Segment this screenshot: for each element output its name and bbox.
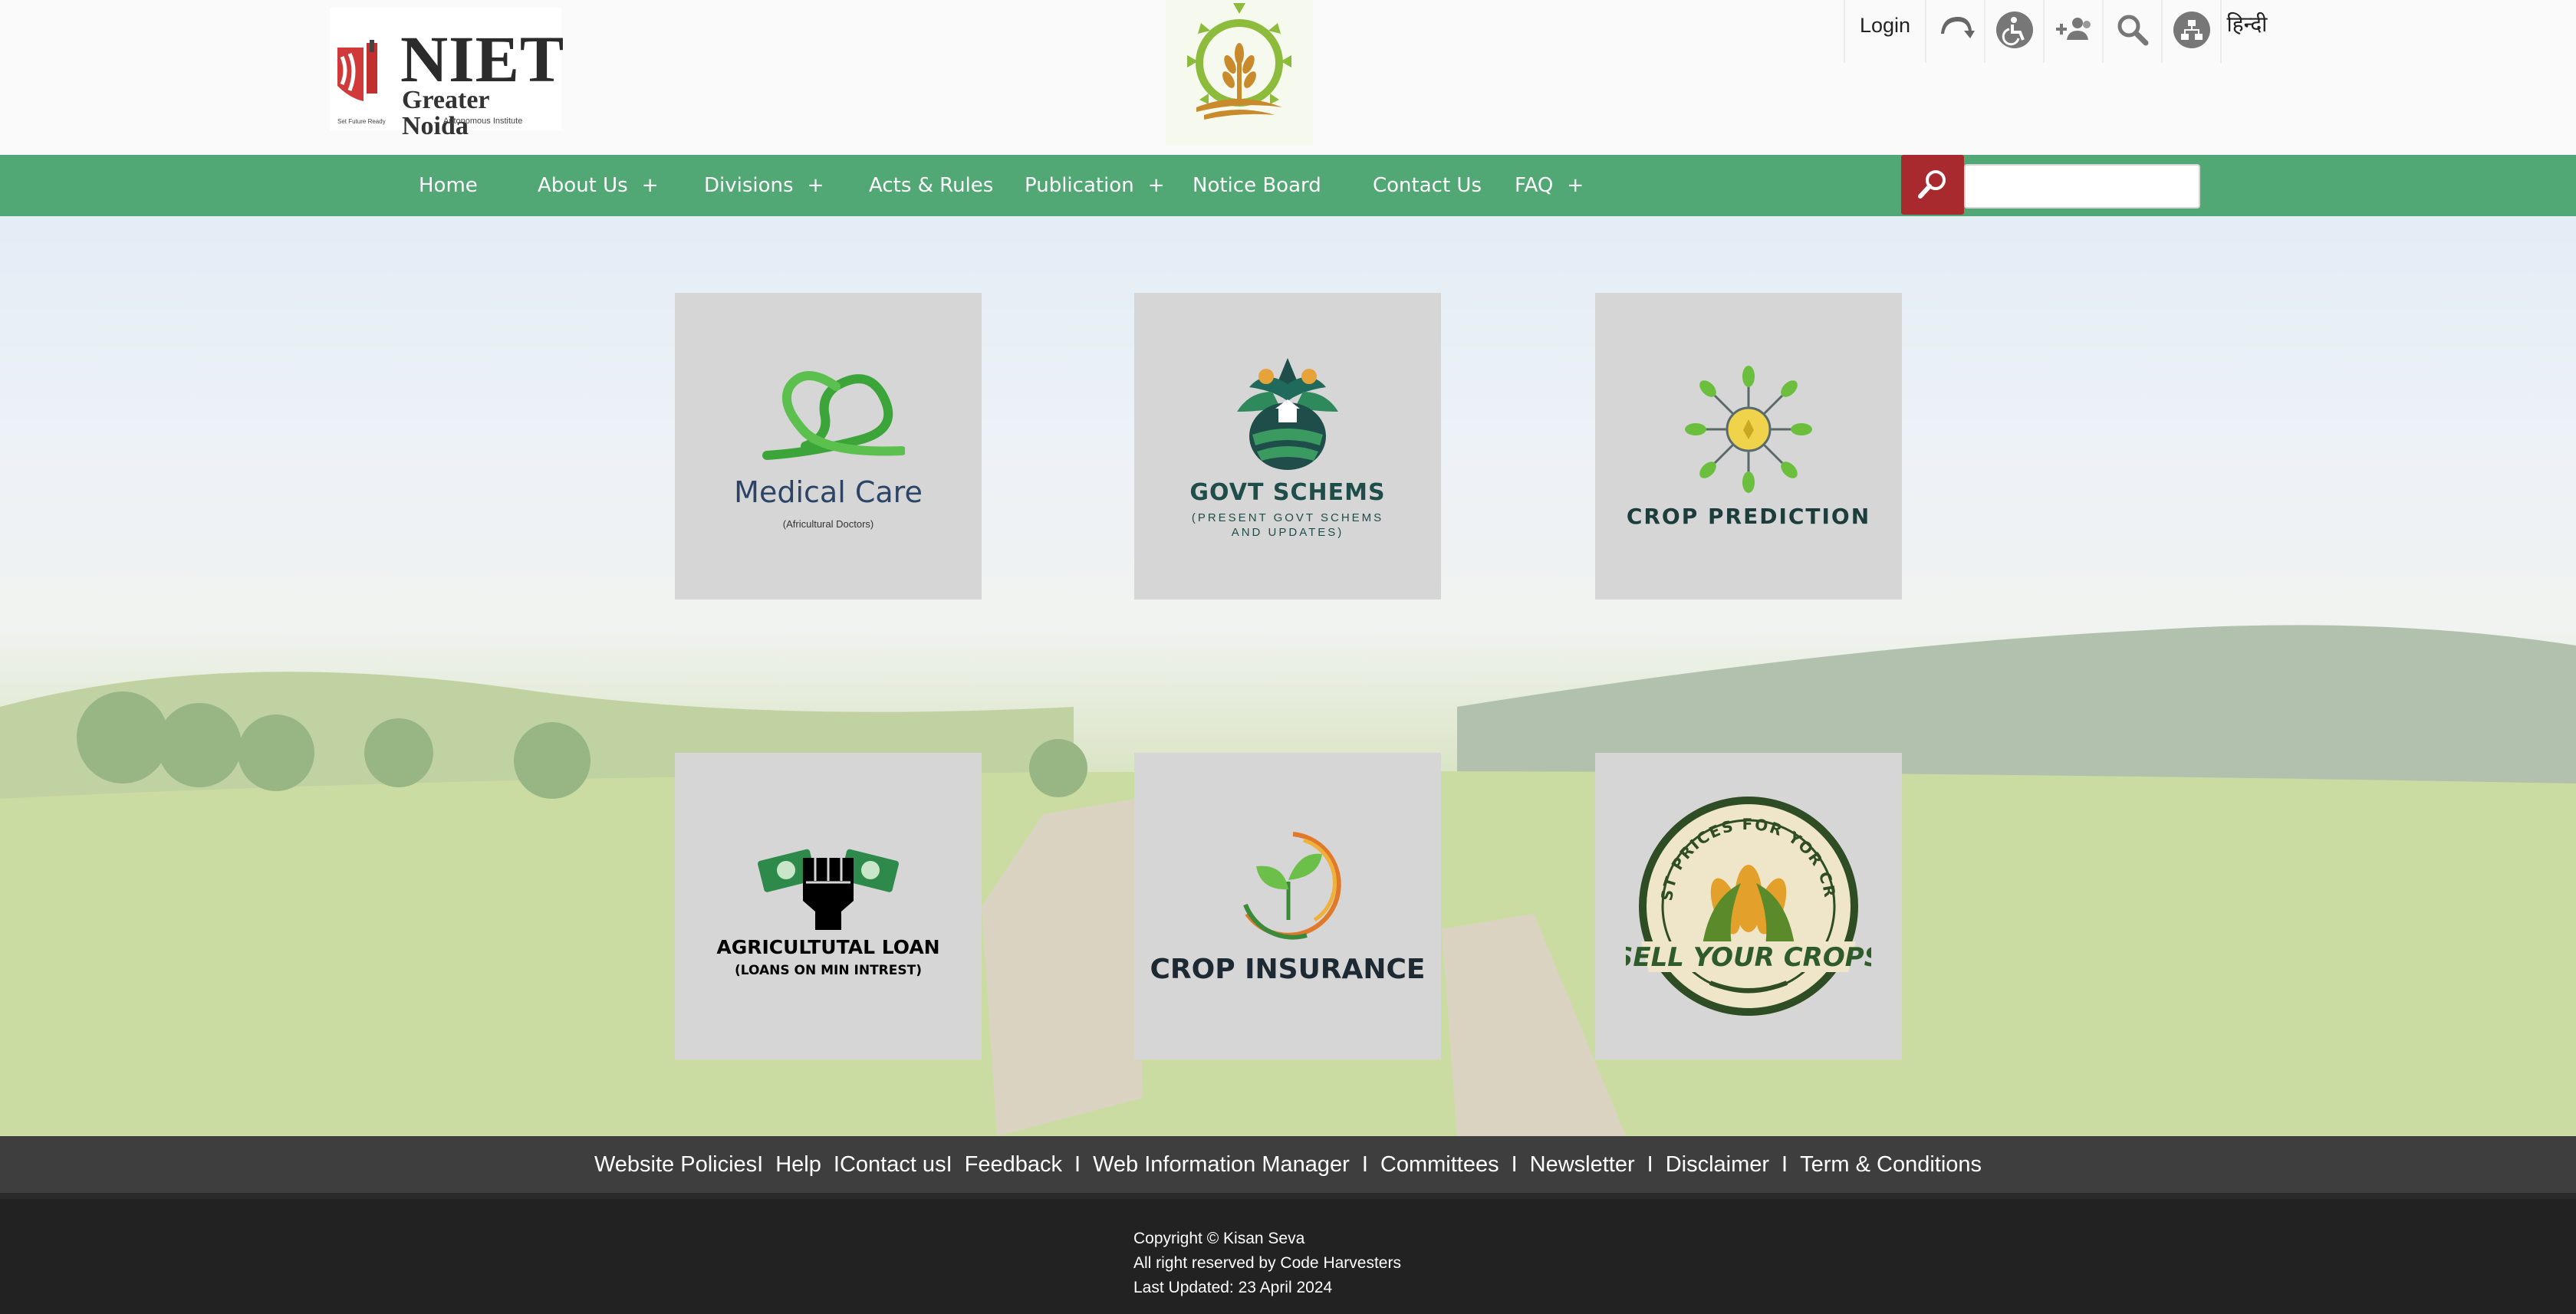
service-card-crop-insurance[interactable]: CROP INSURANCE [1134, 753, 1441, 1059]
top-utility-bar: Login हिन्दी [1844, 0, 2272, 63]
footer-separator: I [1781, 1151, 1788, 1177]
service-title: SELL YOUR CROPS [1626, 942, 1871, 973]
footer-link-web-information-manager[interactable]: Web Information Manager [1093, 1152, 1350, 1178]
copyright-text: Copyright © Kisan Seva [1133, 1230, 1305, 1247]
service-card-medical-care[interactable]: Medical Care (Africultural Doctors) [675, 293, 982, 600]
nav-item-faq[interactable]: FAQ + [1515, 155, 1584, 216]
wheat-sun-emblem-icon [1166, 0, 1313, 146]
service-subtitle: (PRESENT GOVT SCHEMS AND UPDATES) [1191, 511, 1384, 539]
service-title: CROP PREDICTION [1626, 503, 1871, 529]
expand-plus-icon: + [1567, 174, 1584, 197]
service-title: GOVT SCHEMS [1189, 478, 1386, 506]
service-card-agricultural-loan[interactable]: AGRICULTUTAL LOAN (LOANS ON MIN INTREST) [675, 753, 982, 1059]
niet-emblem-icon [337, 40, 377, 101]
footer-links-bar: Website Policies I Help I Contact us I Feed… [0, 1136, 2576, 1193]
sell-your-crops-badge: BEST PRICES FOR YOR CROP SELL YOUR CROPS [1626, 791, 1871, 1016]
footer-link-contact-us[interactable]: Contact us [840, 1152, 946, 1178]
sprout-circle-icon [1243, 831, 1341, 940]
rights-text: All right reserved by Code Harvesters [1133, 1254, 1401, 1272]
skip-to-content-icon[interactable] [1925, 0, 1984, 63]
footer-separator: I [1647, 1151, 1653, 1177]
footer-separator: I [757, 1151, 764, 1177]
last-updated-text: Last Updated: 23 April 2024 [1133, 1279, 1333, 1296]
expand-plus-icon: + [807, 174, 824, 197]
nav-item-publication[interactable]: Publication + [1025, 155, 1164, 216]
search-input[interactable] [1964, 164, 2200, 209]
nav-item-notice-board[interactable]: Notice Board [1193, 155, 1321, 216]
footer-link-newsletter[interactable]: Newsletter [1530, 1152, 1635, 1178]
footer-link-terms-conditions[interactable]: Term & Conditions [1800, 1152, 1982, 1178]
hindi-language-link[interactable]: हिन्दी [2220, 0, 2272, 63]
search-icon[interactable] [2102, 0, 2161, 63]
footer-link-help[interactable]: Help [775, 1152, 821, 1178]
footer-separator: I [1361, 1151, 1368, 1177]
heart-ribbon-icon [762, 370, 905, 460]
logo-autonomous: Autonomous Institute [443, 117, 523, 126]
footer-link-committees[interactable]: Committees [1380, 1152, 1499, 1178]
footer-copyright-area: Copyright © Kisan Seva All right reserve… [0, 1193, 2576, 1314]
nav-item-contact-us[interactable]: Contact Us [1373, 155, 1482, 216]
niet-logo[interactable]: NIET Greater Noida Autonomous Institute … [330, 8, 565, 140]
site-header: NIET Greater Noida Autonomous Institute … [0, 0, 2576, 155]
add-user-icon[interactable] [2043, 0, 2102, 63]
service-title: AGRICULTUTAL LOAN [716, 935, 940, 958]
footer-separator: I [1074, 1151, 1081, 1177]
search-button[interactable] [1901, 155, 1964, 215]
login-link[interactable]: Login [1844, 0, 1925, 63]
nav-item-home[interactable]: Home [419, 155, 478, 216]
nav-item-acts-rules[interactable]: Acts & Rules [869, 155, 993, 216]
nav-item-about-us[interactable]: About Us + [538, 155, 659, 216]
search-icon [1918, 170, 1946, 199]
service-card-sell-your-crops[interactable]: BEST PRICES FOR YOR CROP SELL YOUR CROPS [1595, 753, 1902, 1059]
logo-subtitle: Greater Noida [402, 86, 489, 140]
logo-title: NIET [400, 22, 565, 96]
footer-link-disclaimer[interactable]: Disclaimer [1666, 1152, 1769, 1178]
sitemap-icon[interactable] [2161, 0, 2220, 63]
service-subtitle: (Africultural Doctors) [782, 517, 874, 530]
fist-money-icon [758, 849, 899, 930]
service-title: Medical Care [734, 475, 923, 509]
accessibility-icon[interactable] [1984, 0, 2043, 63]
expand-plus-icon: + [641, 174, 659, 197]
service-card-govt-schems[interactable]: GOVT SCHEMS (PRESENT GOVT SCHEMS AND UPD… [1134, 293, 1441, 600]
footer-separator: I [1511, 1151, 1518, 1177]
nav-item-divisions[interactable]: Divisions + [704, 155, 824, 216]
expand-plus-icon: + [1147, 174, 1165, 197]
circuit-leaf-icon [1685, 365, 1812, 493]
farm-leaf-icon [1237, 357, 1338, 470]
service-card-crop-prediction[interactable]: CROP PREDICTION [1595, 293, 1902, 600]
footer-link-feedback[interactable]: Feedback [965, 1152, 1062, 1178]
logo-tagline: Set Future Ready [337, 118, 386, 125]
service-title: CROP INSURANCE [1150, 953, 1426, 985]
footer-separator: I [946, 1151, 952, 1177]
footer-link-website-policies[interactable]: Website Policies [594, 1152, 757, 1178]
hero-background: Medical Care (Africultural Doctors) GOVT… [0, 216, 2576, 1136]
footer-separator: I [833, 1151, 840, 1177]
service-subtitle: (LOANS ON MIN INTREST) [735, 962, 922, 978]
